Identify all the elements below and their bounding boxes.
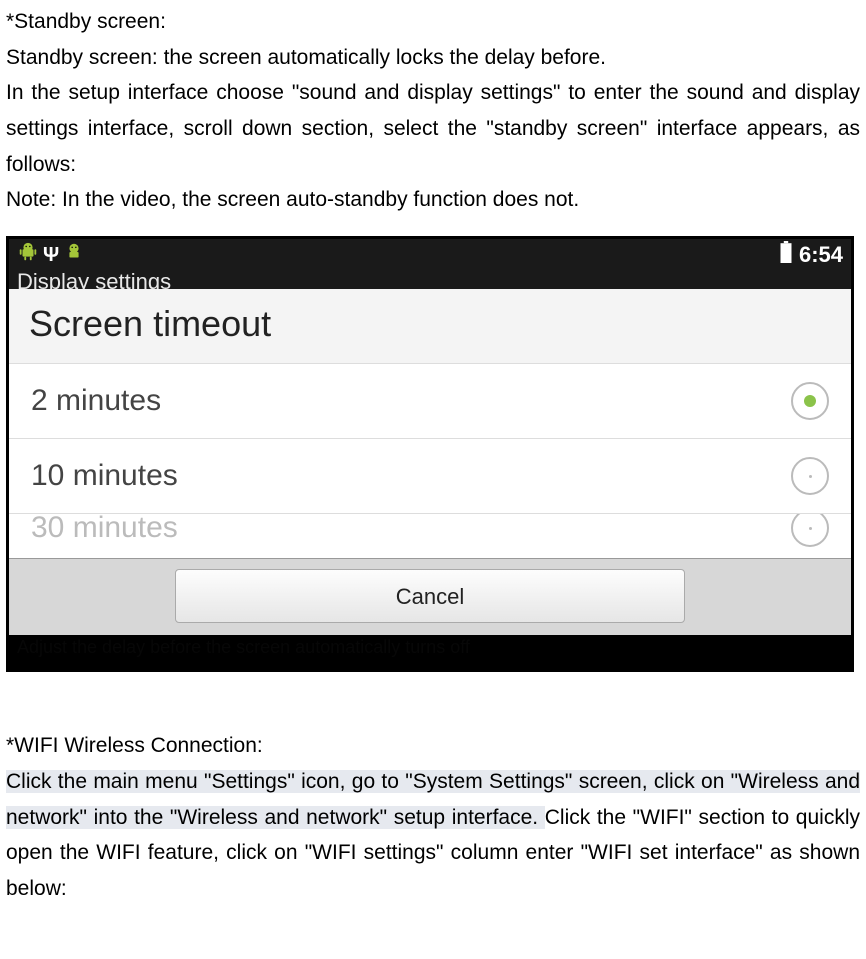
background-title: Display settings	[9, 271, 851, 289]
option-label: 30 minutes	[31, 514, 791, 545]
status-left-icons: Ψ	[17, 241, 85, 269]
background-bottom-text: Adjust the delay before the screen autom…	[9, 633, 478, 662]
para-standby-desc: Standby screen: the screen automatically…	[6, 40, 860, 76]
screen-timeout-dialog: Screen timeout 2 minutes 10 minutes 30 m…	[9, 289, 851, 635]
status-bar: Ψ 6:54	[9, 239, 851, 271]
dialog-button-bar: Cancel	[9, 558, 851, 635]
option-2-minutes[interactable]: 2 minutes	[9, 364, 851, 439]
dialog-options: 2 minutes 10 minutes 30 minutes	[9, 364, 851, 558]
option-30-minutes-cutoff[interactable]: 30 minutes	[9, 514, 851, 558]
adb-icon	[63, 241, 85, 269]
background-title-text: Display settings	[17, 271, 171, 289]
document-text: *Standby screen: Standby screen: the scr…	[6, 4, 860, 218]
para-wifi-instruction: Click the main menu "Settings" icon, go …	[6, 764, 860, 907]
para-note: Note: In the video, the screen auto-stan…	[6, 182, 860, 218]
status-clock: 6:54	[799, 242, 843, 268]
para-wifi-heading: *WIFI Wireless Connection:	[6, 728, 860, 764]
background-bottom: Adjust the delay before the screen autom…	[9, 635, 851, 669]
radio-selected-icon	[791, 382, 829, 420]
radio-icon	[791, 514, 829, 547]
dialog-title: Screen timeout	[9, 289, 851, 364]
status-right: 6:54	[779, 241, 843, 269]
para-setup-instruction: In the setup interface choose "sound and…	[6, 75, 860, 182]
battery-icon	[779, 241, 793, 269]
document-text-2: *WIFI Wireless Connection: Click the mai…	[6, 728, 860, 906]
android-robot-icon	[17, 241, 39, 269]
option-label: 10 minutes	[31, 459, 791, 493]
para-standby-heading: *Standby screen:	[6, 4, 860, 40]
screenshot-frame: Ψ 6:54 Display settings Screen timeout 2…	[6, 236, 854, 672]
usb-icon: Ψ	[43, 245, 59, 265]
option-label: 2 minutes	[31, 384, 791, 418]
cancel-button[interactable]: Cancel	[175, 569, 685, 623]
option-10-minutes[interactable]: 10 minutes	[9, 439, 851, 514]
radio-icon	[791, 457, 829, 495]
